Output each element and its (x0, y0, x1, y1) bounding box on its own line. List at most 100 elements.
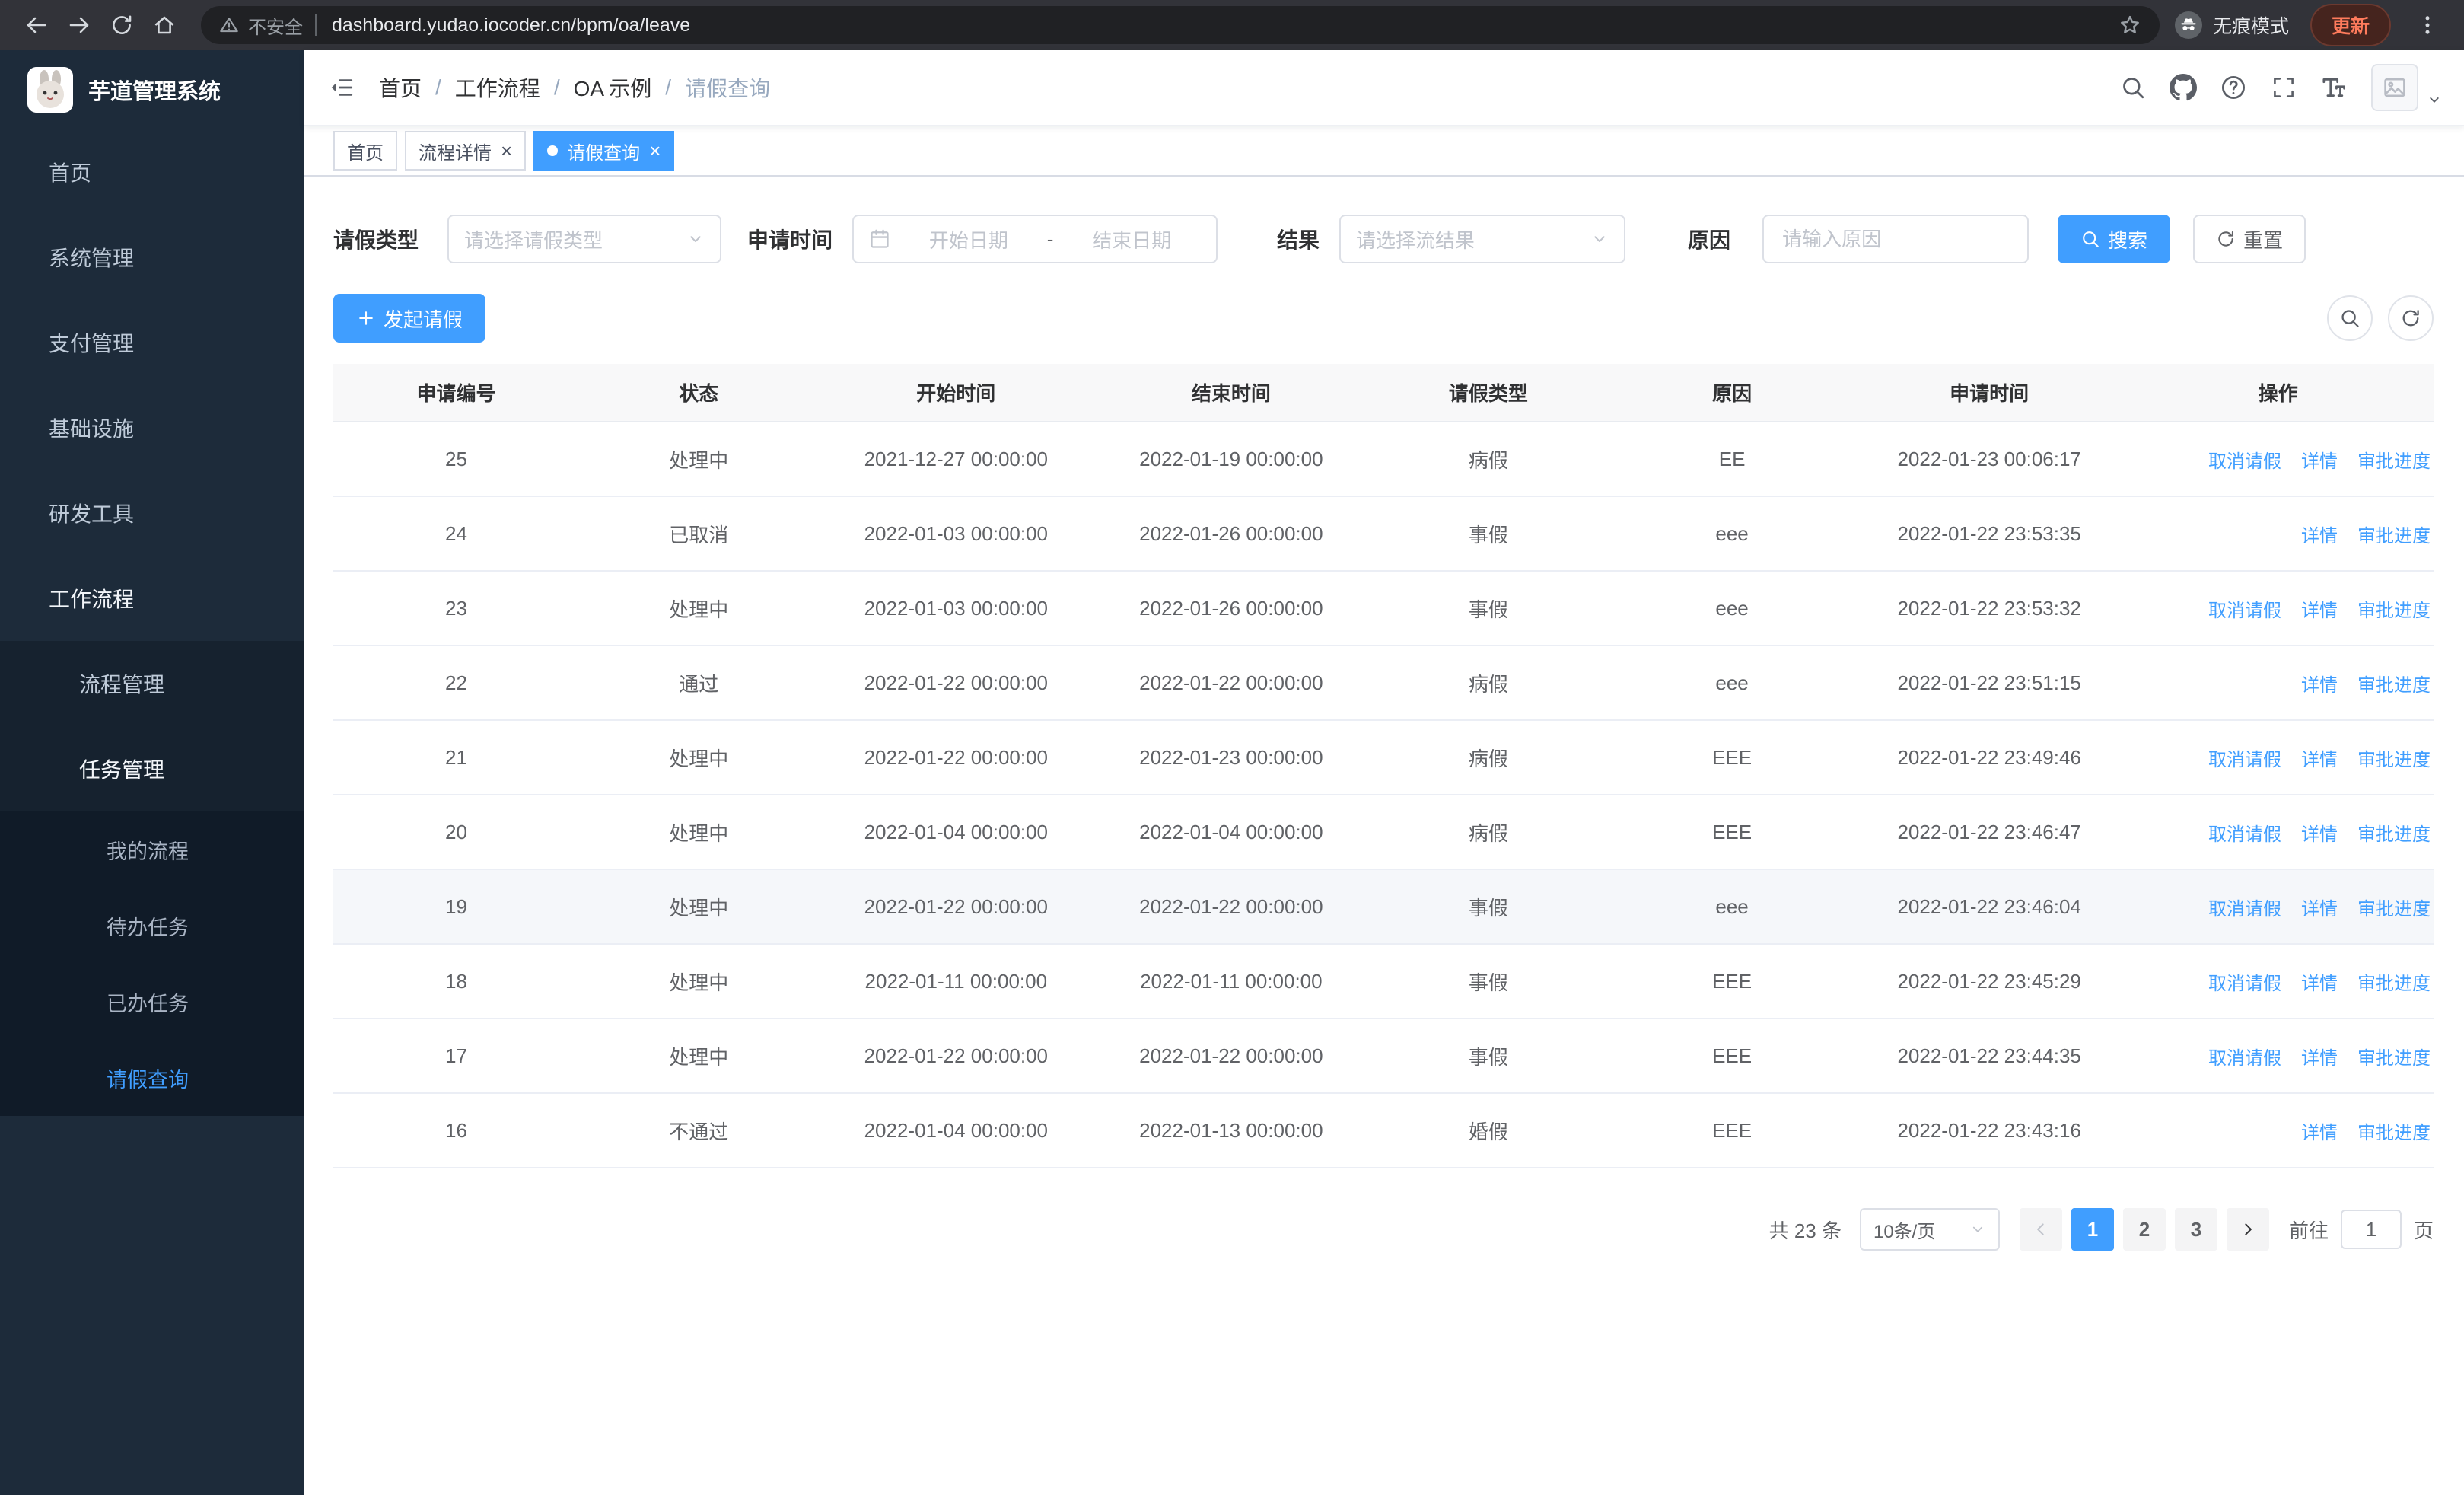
fullscreen-icon[interactable] (2259, 62, 2309, 113)
create-leave-label: 发起请假 (384, 308, 463, 331)
detail-link[interactable]: 详情 (2297, 744, 2338, 783)
cancel-leave-link[interactable]: 取消请假 (2204, 595, 2281, 636)
sidebar-item-任务管理[interactable]: 任务管理 (0, 726, 304, 811)
page-number-3[interactable]: 3 (2174, 1208, 2217, 1251)
approval-progress-link[interactable]: 审批进度 (2353, 744, 2431, 785)
tab-close-icon[interactable]: × (501, 141, 512, 161)
leave-type-select[interactable]: 请选择请假类型 (447, 215, 722, 263)
leave-type-label: 请假类型 (333, 228, 419, 252)
breadcrumb-item[interactable]: OA 示例 (574, 72, 652, 103)
detail-link[interactable]: 详情 (2297, 894, 2338, 932)
approval-progress-link[interactable]: 审批进度 (2353, 1117, 2431, 1158)
cancel-leave-link[interactable]: 取消请假 (2204, 894, 2281, 934)
sidebar-item-流程管理[interactable]: 流程管理 (0, 641, 304, 726)
page-number-2[interactable]: 2 (2122, 1208, 2166, 1251)
approval-progress-link[interactable]: 审批进度 (2353, 446, 2431, 486)
breadcrumb-separator: / (435, 75, 441, 99)
approval-progress-link[interactable]: 审批进度 (2353, 595, 2431, 636)
detail-link[interactable]: 详情 (2297, 595, 2338, 634)
apply-time-range-picker[interactable]: 开始日期 - 结束日期 (852, 215, 1218, 263)
table-row: 16 不通过 2022-01-04 00:00:00 2022-01-13 00:00… (333, 1093, 2434, 1168)
sidebar-item-工作流程[interactable]: 工作流程 (0, 556, 304, 641)
font-size-icon[interactable] (2309, 62, 2359, 113)
help-icon[interactable] (2208, 62, 2259, 113)
table-row: 20 处理中 2022-01-04 00:00:00 2022-01-04 00:00… (333, 795, 2434, 870)
detail-link[interactable]: 详情 (2297, 1043, 2338, 1082)
tab-2[interactable]: 请假查询 × (533, 131, 675, 171)
detail-link[interactable]: 详情 (2297, 521, 2338, 559)
create-leave-button[interactable]: 发起请假 (333, 294, 486, 343)
cell-end: 2022-01-26 00:00:00 (1094, 496, 1369, 572)
detail-link[interactable]: 详情 (2297, 819, 2338, 858)
page-unit-label: 页 (2413, 1219, 2434, 1242)
sidebar-item-请假查询[interactable]: 请假查询 (0, 1040, 304, 1116)
sidebar-item-待办任务[interactable]: 待办任务 (0, 888, 304, 964)
goto-page-input[interactable] (2340, 1210, 2402, 1249)
approval-progress-link[interactable]: 审批进度 (2353, 968, 2431, 1009)
reason-input[interactable] (1762, 215, 2029, 263)
approval-progress-link[interactable]: 审批进度 (2353, 819, 2431, 859)
toggle-search-button[interactable] (2327, 295, 2373, 341)
reset-button[interactable]: 重置 (2193, 215, 2306, 263)
cancel-leave-link[interactable]: 取消请假 (2204, 819, 2281, 859)
prev-page-button[interactable] (2019, 1208, 2062, 1251)
cancel-leave-link[interactable]: 取消请假 (2204, 446, 2281, 486)
cancel-leave-link[interactable]: 取消请假 (2204, 744, 2281, 785)
sidebar-item-研发工具[interactable]: 研发工具 (0, 470, 304, 556)
cell-type: 事假 (1368, 1018, 1609, 1094)
browser-home-icon[interactable] (143, 4, 186, 46)
github-icon[interactable] (2158, 62, 2208, 113)
browser-reload-icon[interactable] (100, 4, 143, 46)
address-bar[interactable]: 不安全 dashboard.yudao.iocoder.cn/bpm/oa/le… (201, 6, 2160, 44)
cell-applied: 2022-01-22 23:49:46 (1855, 720, 2123, 795)
cancel-leave-link[interactable]: 取消请假 (2204, 1043, 2281, 1083)
page-number-1[interactable]: 1 (2071, 1208, 2114, 1251)
app-logo[interactable]: 芋道管理系统 (0, 50, 304, 129)
navbar: 首页 / 工作流程 / OA 示例 / 请假查询 (304, 50, 2464, 126)
sidebar-item-首页[interactable]: 首页 (0, 129, 304, 215)
approval-progress-link[interactable]: 审批进度 (2353, 1043, 2431, 1083)
browser-forward-icon[interactable] (58, 4, 100, 46)
next-page-button[interactable] (2226, 1208, 2269, 1251)
update-button[interactable]: 更新 (2310, 4, 2391, 46)
sidebar-item-我的流程[interactable]: 我的流程 (0, 811, 304, 888)
omnibox-separator (315, 14, 317, 36)
sidebar-item-系统管理[interactable]: 系统管理 (0, 215, 304, 300)
sidebar-item-支付管理[interactable]: 支付管理 (0, 300, 304, 385)
detail-link[interactable]: 详情 (2297, 670, 2338, 709)
result-select[interactable]: 请选择流结果 (1339, 215, 1626, 263)
header-search-icon[interactable] (2108, 62, 2158, 113)
browser-back-icon[interactable] (15, 4, 58, 46)
approval-progress-link[interactable]: 审批进度 (2353, 670, 2431, 710)
sidebar-item-基础设施[interactable]: 基础设施 (0, 385, 304, 470)
cancel-leave-link[interactable]: 取消请假 (2204, 968, 2281, 1009)
bookmark-star-icon[interactable] (2119, 14, 2141, 37)
refresh-table-button[interactable] (2388, 295, 2434, 341)
tab-1[interactable]: 流程详情 × (405, 131, 527, 171)
not-secure-icon[interactable] (219, 15, 239, 35)
page-size-select[interactable]: 10条/页 (1859, 1208, 2000, 1251)
url-text[interactable]: dashboard.yudao.iocoder.cn/bpm/oa/leave (332, 14, 2119, 37)
search-button[interactable]: 搜索 (2058, 215, 2171, 263)
content: 请假类型 请选择请假类型 申请时间 开始日期 - 结束日期 结果 请选择流结果 … (304, 177, 2464, 1495)
detail-link[interactable]: 详情 (2297, 446, 2338, 485)
detail-link[interactable]: 详情 (2297, 968, 2338, 1007)
approval-progress-link[interactable]: 审批进度 (2353, 894, 2431, 934)
table-toolbar: 发起请假 (333, 294, 2434, 343)
approval-progress-link[interactable]: 审批进度 (2353, 521, 2431, 561)
cell-applied: 2022-01-22 23:44:35 (1855, 1018, 2123, 1094)
breadcrumb-item[interactable]: 工作流程 (455, 72, 540, 103)
search-icon (2080, 229, 2100, 249)
browser-toolbar: 不安全 dashboard.yudao.iocoder.cn/bpm/oa/le… (0, 0, 2464, 50)
detail-link[interactable]: 详情 (2297, 1117, 2338, 1156)
breadcrumb-item[interactable]: 首页 (379, 72, 422, 103)
cell-reason: EEE (1608, 1093, 1856, 1168)
tab-close-icon[interactable]: × (649, 141, 661, 161)
user-menu[interactable] (2371, 64, 2443, 111)
cell-id: 25 (333, 422, 579, 497)
sidebar-item-已办任务[interactable]: 已办任务 (0, 964, 304, 1040)
sidebar-toggle-icon[interactable] (329, 75, 355, 100)
tab-0[interactable]: 首页 (333, 131, 397, 171)
column-header: 开始时间 (818, 364, 1094, 422)
browser-menu-icon[interactable] (2406, 4, 2449, 46)
